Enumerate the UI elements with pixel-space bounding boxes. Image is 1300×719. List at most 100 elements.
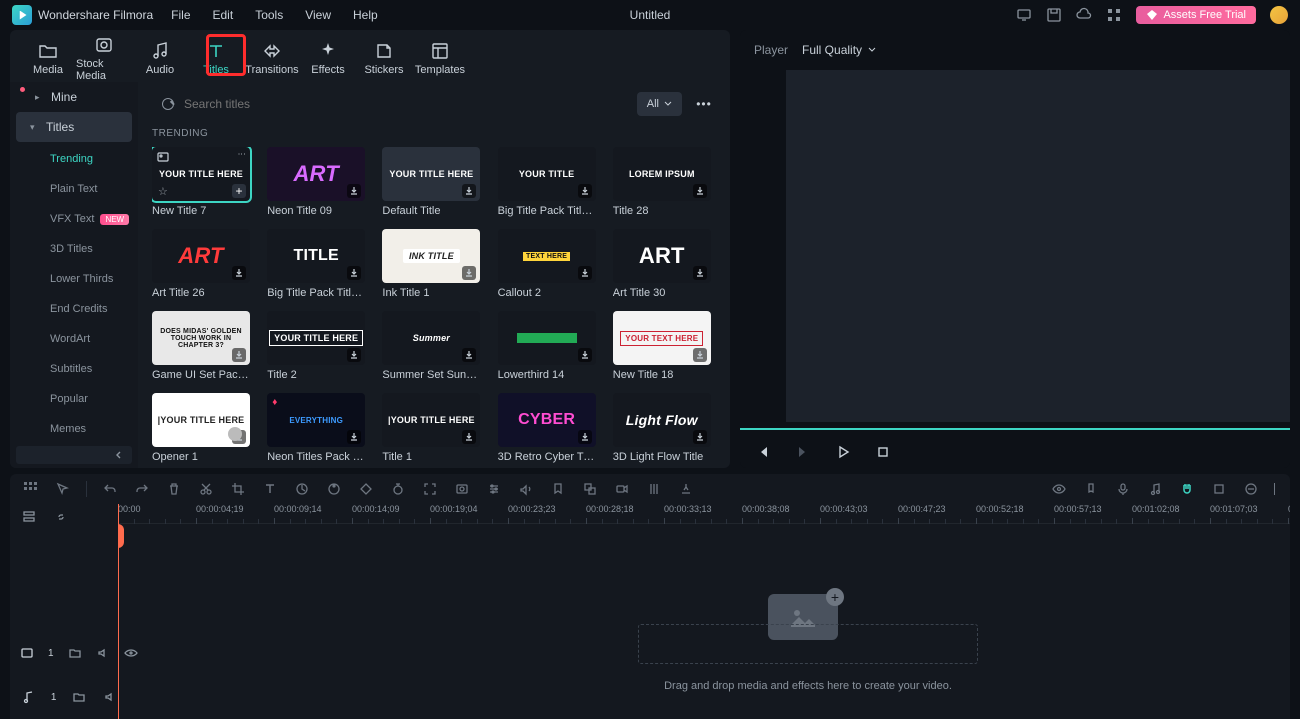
title-thumbnail[interactable]: INK TITLE bbox=[382, 229, 480, 283]
mute2-icon[interactable] bbox=[101, 688, 118, 706]
download-icon[interactable] bbox=[347, 430, 361, 444]
mixer-icon[interactable] bbox=[645, 480, 663, 498]
play-button[interactable] bbox=[834, 443, 852, 461]
snap-icon[interactable] bbox=[1210, 480, 1228, 498]
display-icon[interactable] bbox=[1016, 7, 1032, 23]
download-icon[interactable] bbox=[462, 266, 476, 280]
download-icon[interactable] bbox=[232, 266, 246, 280]
title-thumbnail[interactable]: YOUR TEXT HERE bbox=[613, 311, 711, 365]
group-icon[interactable] bbox=[581, 480, 599, 498]
trial-button[interactable]: Assets Free Trial bbox=[1136, 6, 1256, 24]
speed-icon[interactable] bbox=[293, 480, 311, 498]
tab-audio[interactable]: Audio bbox=[132, 34, 188, 82]
title-thumbnail[interactable]: |YOUR TITLE HERE bbox=[152, 393, 250, 447]
tab-templates[interactable]: Templates bbox=[412, 34, 468, 82]
tab-transitions[interactable]: Transitions bbox=[244, 34, 300, 82]
download-icon[interactable] bbox=[232, 348, 246, 362]
timer-icon[interactable] bbox=[389, 480, 407, 498]
marker-icon[interactable] bbox=[549, 480, 567, 498]
menu-help[interactable]: Help bbox=[353, 8, 378, 22]
cursor-icon[interactable] bbox=[54, 480, 72, 498]
title-thumbnail[interactable]: ART bbox=[613, 229, 711, 283]
text-tool-icon[interactable] bbox=[261, 480, 279, 498]
download-icon[interactable] bbox=[347, 348, 361, 362]
title-thumbnail[interactable]: YOUR TITLE HERE⋮☆+ bbox=[152, 147, 250, 201]
crop-icon[interactable] bbox=[229, 480, 247, 498]
search-input[interactable] bbox=[184, 97, 619, 111]
redo-icon[interactable] bbox=[133, 480, 151, 498]
title-thumbnail[interactable]: EVERYTHING♦ bbox=[267, 393, 365, 447]
download-icon[interactable] bbox=[347, 184, 361, 198]
music2-icon[interactable] bbox=[1146, 480, 1164, 498]
tab-stock[interactable]: Stock Media bbox=[76, 34, 132, 82]
more-button[interactable]: ••• bbox=[692, 92, 716, 116]
download-icon[interactable] bbox=[462, 184, 476, 198]
drop-area[interactable] bbox=[638, 624, 978, 664]
tab-effects[interactable]: Effects bbox=[300, 34, 356, 82]
card-menu-icon[interactable]: ⋮ bbox=[237, 150, 246, 159]
mic-icon[interactable] bbox=[1114, 480, 1132, 498]
title-thumbnail[interactable]: YOUR TITLE HERE bbox=[267, 311, 365, 365]
expand-icon[interactable] bbox=[421, 480, 439, 498]
tab-media[interactable]: Media bbox=[20, 34, 76, 82]
tracks-icon[interactable] bbox=[20, 508, 38, 526]
record-icon[interactable] bbox=[613, 480, 631, 498]
user-avatar[interactable] bbox=[1270, 6, 1288, 24]
category-end-credits[interactable]: End Credits bbox=[10, 294, 138, 324]
menu-view[interactable]: View bbox=[305, 8, 331, 22]
title-thumbnail[interactable]: |YOUR TITLE HERE bbox=[382, 393, 480, 447]
menu-file[interactable]: File bbox=[171, 8, 190, 22]
star-icon[interactable]: ☆ bbox=[158, 185, 168, 198]
download-icon[interactable] bbox=[578, 184, 592, 198]
timeline-ruler[interactable]: 00:0000:00:04;1900:00:09;1400:00:14;0900… bbox=[118, 504, 1290, 524]
folder3-icon[interactable] bbox=[70, 688, 87, 706]
download-icon[interactable] bbox=[693, 266, 707, 280]
title-thumbnail[interactable] bbox=[498, 311, 596, 365]
timeline-canvas[interactable]: 00:0000:00:04;1900:00:09;1400:00:14;0900… bbox=[118, 504, 1290, 719]
category-lower-thirds[interactable]: Lower Thirds bbox=[10, 264, 138, 294]
title-thumbnail[interactable]: DOES MIDAS' GOLDEN TOUCH WORK IN CHAPTER… bbox=[152, 311, 250, 365]
title-thumbnail[interactable]: CYBER bbox=[498, 393, 596, 447]
magnet-icon[interactable] bbox=[1178, 480, 1196, 498]
cut-icon[interactable] bbox=[197, 480, 215, 498]
quality-dropdown[interactable]: Full Quality bbox=[802, 43, 876, 57]
title-thumbnail[interactable]: YOUR TITLE bbox=[498, 147, 596, 201]
download-icon[interactable] bbox=[578, 266, 592, 280]
download-icon[interactable] bbox=[347, 266, 361, 280]
audio-icon[interactable] bbox=[517, 480, 535, 498]
category-plain-text[interactable]: Plain Text bbox=[10, 174, 138, 204]
title-thumbnail[interactable]: Summer bbox=[382, 311, 480, 365]
sidebar-collapse[interactable] bbox=[16, 446, 132, 464]
filter-dropdown[interactable]: All bbox=[637, 92, 682, 116]
cloud-icon[interactable] bbox=[1076, 7, 1092, 23]
category-wordart[interactable]: WordArt bbox=[10, 324, 138, 354]
menu-edit[interactable]: Edit bbox=[213, 8, 234, 22]
apps-icon[interactable] bbox=[1106, 7, 1122, 23]
grid-icon[interactable] bbox=[22, 480, 40, 498]
download-icon[interactable] bbox=[462, 430, 476, 444]
stop-button[interactable] bbox=[874, 443, 892, 461]
link-icon[interactable] bbox=[52, 508, 70, 526]
download-icon[interactable] bbox=[693, 184, 707, 198]
folder2-icon[interactable] bbox=[68, 644, 82, 662]
next-frame-button[interactable] bbox=[794, 443, 812, 461]
category-popular[interactable]: Popular bbox=[10, 384, 138, 414]
mask-icon[interactable] bbox=[453, 480, 471, 498]
delete-icon[interactable] bbox=[165, 480, 183, 498]
title-thumbnail[interactable]: ART bbox=[267, 147, 365, 201]
title-thumbnail[interactable]: YOUR TITLE HERE bbox=[382, 147, 480, 201]
sidebar-titles[interactable]: ▾Titles bbox=[16, 112, 132, 142]
mute-icon[interactable] bbox=[96, 644, 110, 662]
prev-frame-button[interactable] bbox=[754, 443, 772, 461]
download-icon[interactable] bbox=[578, 430, 592, 444]
download-icon[interactable] bbox=[578, 348, 592, 362]
tab-titles[interactable]: Titles bbox=[188, 34, 244, 82]
tab-stickers[interactable]: Stickers bbox=[356, 34, 412, 82]
menu-tools[interactable]: Tools bbox=[255, 8, 283, 22]
title-thumbnail[interactable]: LOREM IPSUM bbox=[613, 147, 711, 201]
playhead[interactable] bbox=[118, 504, 119, 719]
category-subtitles[interactable]: Subtitles bbox=[10, 354, 138, 384]
category-trending[interactable]: Trending bbox=[10, 144, 138, 174]
undo-icon[interactable] bbox=[101, 480, 119, 498]
keyframe-icon[interactable] bbox=[357, 480, 375, 498]
